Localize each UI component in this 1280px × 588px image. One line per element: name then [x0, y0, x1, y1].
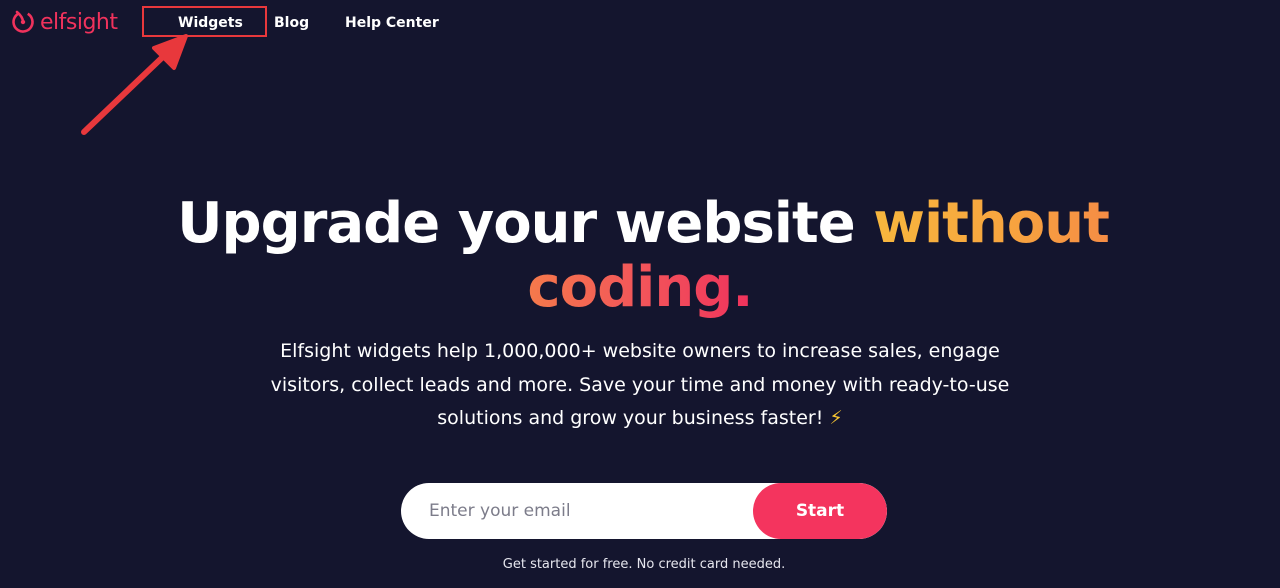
lightning-bolt-icon: ⚡: [829, 407, 843, 429]
annotation-arrow-icon: [81, 34, 188, 135]
signup-footnote: Get started for free. No credit card nee…: [502, 557, 786, 572]
headline-part-3: coding.: [527, 255, 753, 320]
headline-line-1: Upgrade your website without: [3, 192, 1280, 256]
nav-help-center[interactable]: Help Center: [345, 15, 439, 31]
headline-part-2: without: [873, 191, 1110, 256]
signup-form: Start: [401, 483, 887, 539]
headline-part-1: Upgrade your website: [177, 191, 874, 256]
start-button[interactable]: Start: [753, 483, 887, 539]
hero-subtitle-text: Elfsight widgets help 1,000,000+ website…: [270, 340, 1010, 429]
page: elfsight Widgets Blog Help Center Upgrad…: [0, 0, 1280, 588]
email-input[interactable]: [401, 483, 753, 539]
hero-subtitle: Elfsight widgets help 1,000,000+ website…: [240, 335, 1040, 436]
hero-headline: Upgrade your website without coding.: [0, 192, 1280, 320]
nav-blog[interactable]: Blog: [274, 15, 309, 31]
headline-line-2: coding.: [0, 256, 1280, 320]
